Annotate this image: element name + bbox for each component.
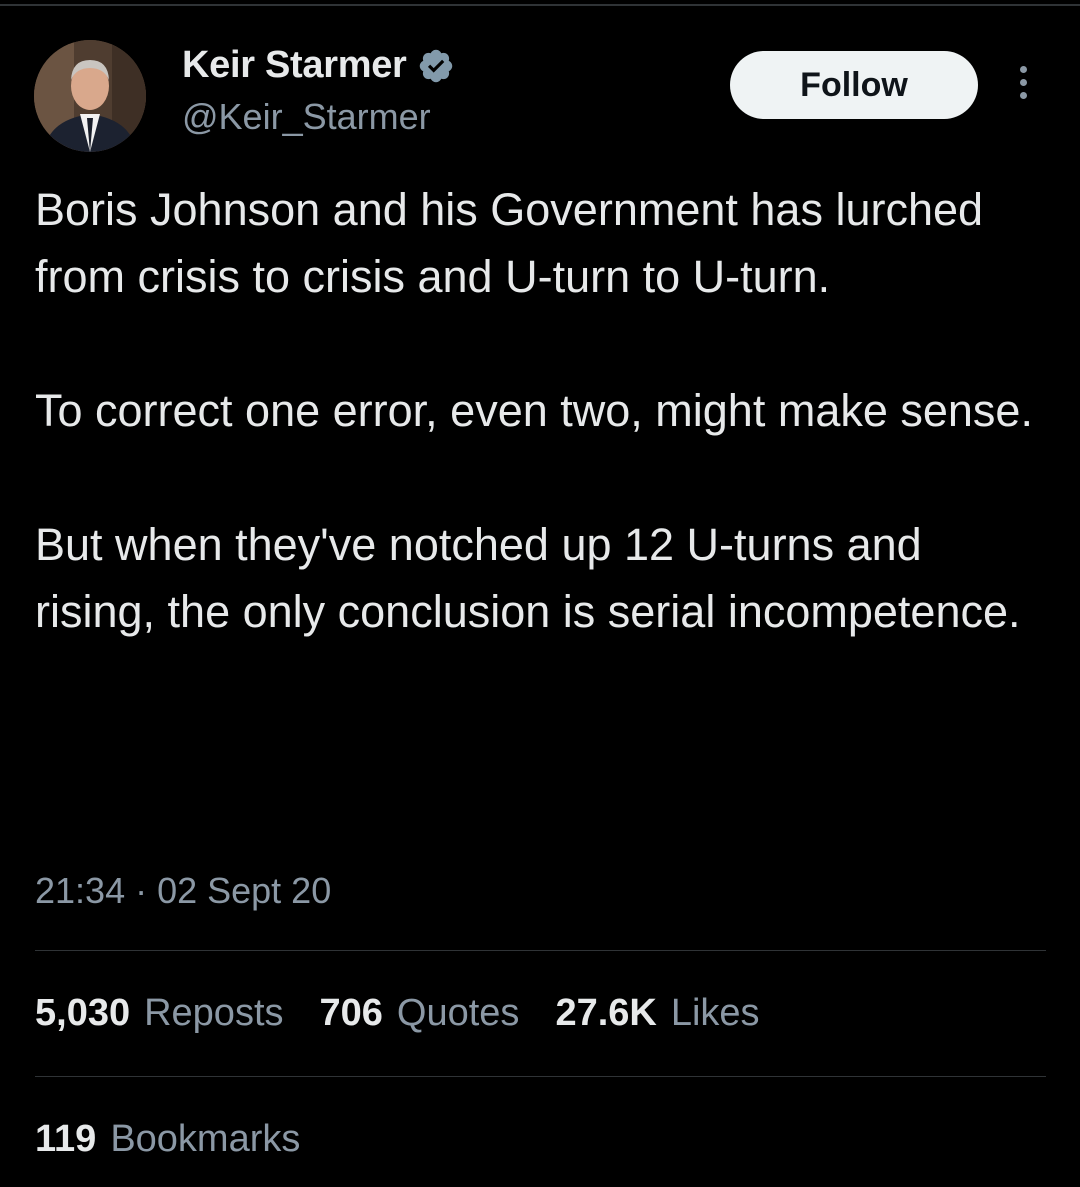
tweet-timestamp[interactable]: 21:34 · 02 Sept 20 (35, 870, 331, 912)
bookmarks-count: 119 (35, 1118, 97, 1160)
bookmarks-stat[interactable]: 119 Bookmarks (35, 1118, 300, 1161)
likes-label: Likes (670, 992, 760, 1034)
avatar[interactable] (34, 40, 146, 152)
follow-button[interactable]: Follow (730, 51, 978, 119)
bookmarks-label: Bookmarks (110, 1118, 301, 1160)
tweet-paragraph: Boris Johnson and his Government has lur… (35, 184, 984, 302)
reposts-label: Reposts (144, 992, 284, 1034)
author-name-row: Keir Starmer (182, 44, 455, 87)
quotes-label: Quotes (396, 992, 520, 1034)
quotes-count: 706 (319, 992, 383, 1034)
reposts-count: 5,030 (35, 992, 131, 1034)
likes-count: 27.6K (555, 992, 657, 1034)
verified-badge-icon (419, 49, 452, 82)
tweet-paragraph: To correct one error, even two, might ma… (35, 385, 1033, 436)
divider (35, 950, 1046, 951)
quotes-stat[interactable]: 706 Quotes (320, 992, 520, 1035)
divider (35, 1076, 1046, 1077)
likes-stat[interactable]: 27.6K Likes (555, 992, 759, 1035)
tweet-text: Boris Johnson and his Government has lur… (35, 176, 1045, 645)
author-handle[interactable]: @Keir_Starmer (182, 96, 431, 138)
engagement-stats: 5,030 Reposts 706 Quotes 27.6K Likes (35, 992, 796, 1035)
more-options-icon[interactable] (1010, 66, 1036, 106)
display-name[interactable]: Keir Starmer (182, 44, 407, 87)
tweet-paragraph: But when they've notched up 12 U-turns a… (35, 519, 1021, 637)
reposts-stat[interactable]: 5,030 Reposts (35, 992, 284, 1035)
top-divider (0, 4, 1080, 6)
